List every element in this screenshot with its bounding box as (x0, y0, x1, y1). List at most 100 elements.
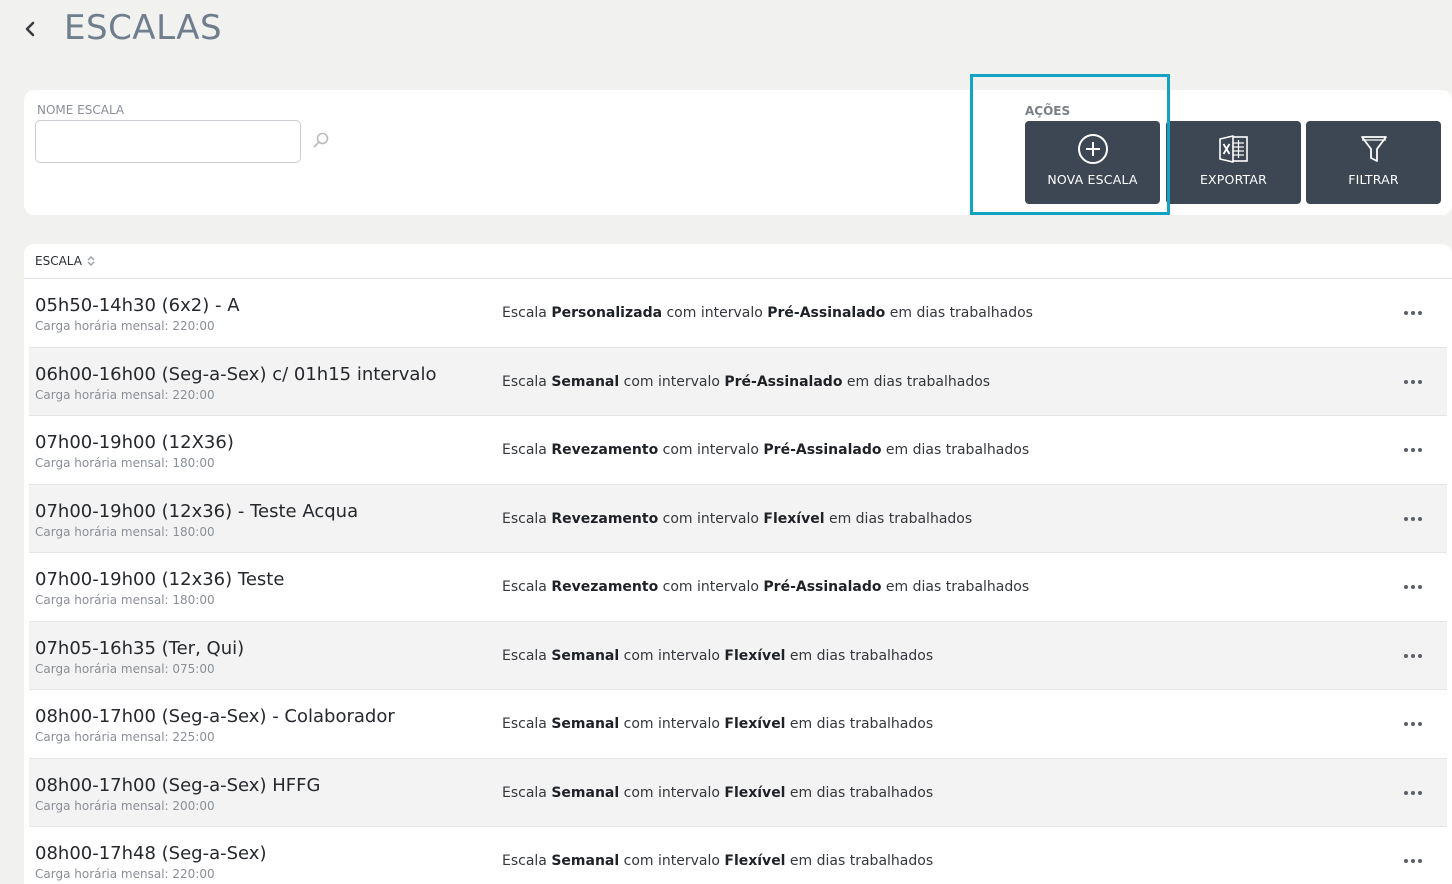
desc-mid: com intervalo (619, 373, 725, 390)
schedule-description: Escala Semanal com intervalo Flexível em… (502, 853, 933, 869)
desc-mid: com intervalo (619, 647, 725, 664)
row-menu-button[interactable] (1398, 849, 1428, 873)
more-icon (1404, 790, 1422, 795)
desc-mid: com intervalo (658, 510, 764, 527)
actions-label: AÇÕES (1025, 104, 1071, 118)
schedule-type: Semanal (551, 853, 620, 869)
row-menu-button[interactable] (1398, 507, 1428, 531)
more-icon (1404, 653, 1422, 658)
schedule-description: Escala Semanal com intervalo Flexível em… (502, 648, 933, 664)
list-item[interactable]: 08h00-17h48 (Seg-a-Sex) Carga horária me… (29, 827, 1447, 884)
row-menu-button[interactable] (1398, 575, 1428, 599)
chevron-left-icon (25, 21, 35, 37)
desc-prefix: Escala (502, 784, 552, 801)
interval-type: Flexível (724, 853, 786, 869)
monthly-hours: Carga horária mensal: 075:00 (35, 661, 215, 676)
interval-type: Pré-Assinalado (763, 579, 882, 595)
interval-type: Flexível (724, 784, 786, 801)
desc-mid: com intervalo (619, 784, 725, 801)
row-menu-button[interactable] (1398, 370, 1428, 394)
more-icon (1404, 722, 1422, 726)
page-title: ESCALAS (64, 8, 223, 48)
new-schedule-button[interactable]: NOVA ESCALA (1025, 121, 1160, 204)
row-menu-button[interactable] (1398, 644, 1428, 668)
schedule-description: Escala Semanal com intervalo Pré-Assinal… (502, 374, 990, 390)
list-item[interactable]: 07h00-19h00 (12x36) Teste Carga horária … (29, 553, 1447, 622)
more-icon (1404, 585, 1422, 589)
desc-suffix: em dias trabalhados (881, 579, 1030, 595)
list-item[interactable]: 08h00-17h00 (Seg-a-Sex) HFFG Carga horár… (29, 758, 1447, 827)
list-item[interactable]: 06h00-16h00 (Seg-a-Sex) c/ 01h15 interva… (29, 347, 1447, 416)
schedule-description: Escala Revezamento com intervalo Pré-Ass… (502, 442, 1029, 458)
list-item[interactable]: 07h00-19h00 (12X36) Carga horária mensal… (29, 416, 1447, 485)
more-icon (1404, 379, 1422, 384)
schedule-name[interactable]: 07h05-16h35 (Ter, Qui) (35, 638, 244, 659)
interval-type: Flexível (763, 510, 825, 527)
new-schedule-label: NOVA ESCALA (1047, 172, 1138, 187)
desc-suffix: em dias trabalhados (785, 853, 934, 869)
schedule-type: Personalizada (551, 305, 663, 321)
row-menu-button[interactable] (1398, 712, 1428, 736)
schedule-name[interactable]: 06h00-16h00 (Seg-a-Sex) c/ 01h15 interva… (35, 364, 436, 385)
more-icon (1404, 311, 1422, 315)
desc-mid: com intervalo (619, 853, 725, 869)
schedule-name[interactable]: 07h00-19h00 (12x36) - Teste Acqua (35, 501, 358, 522)
search-icon[interactable] (312, 131, 330, 153)
monthly-hours: Carga horária mensal: 220:00 (35, 867, 215, 881)
filter-button[interactable]: FILTRAR (1306, 121, 1441, 204)
schedule-name[interactable]: 08h00-17h00 (Seg-a-Sex) - Colaborador (35, 706, 395, 727)
desc-prefix: Escala (502, 373, 552, 390)
interval-type: Pré-Assinalado (767, 305, 886, 321)
desc-prefix: Escala (502, 510, 552, 527)
back-button[interactable] (18, 15, 42, 43)
list-item[interactable]: 07h05-16h35 (Ter, Qui) Carga horária men… (29, 621, 1447, 690)
interval-type: Pré-Assinalado (724, 373, 843, 390)
desc-suffix: em dias trabalhados (885, 305, 1033, 321)
row-menu-button[interactable] (1398, 301, 1428, 325)
schedule-type: Semanal (551, 647, 620, 664)
filter-label: FILTRAR (1348, 172, 1399, 187)
desc-prefix: Escala (502, 305, 552, 321)
schedule-type: Semanal (551, 784, 620, 801)
monthly-hours: Carga horária mensal: 180:00 (35, 456, 215, 470)
schedule-type: Revezamento (551, 579, 659, 595)
name-filter-input[interactable] (35, 120, 301, 163)
row-menu-button[interactable] (1398, 438, 1428, 462)
list-item[interactable]: 05h50-14h30 (6x2) - A Carga horária mens… (29, 279, 1447, 348)
monthly-hours: Carga horária mensal: 220:00 (35, 319, 215, 333)
desc-suffix: em dias trabalhados (785, 716, 934, 732)
desc-prefix: Escala (502, 716, 552, 732)
monthly-hours: Carga horária mensal: 180:00 (35, 593, 215, 607)
list-item[interactable]: 08h00-17h00 (Seg-a-Sex) - Colaborador Ca… (29, 690, 1447, 759)
funnel-icon (1360, 136, 1387, 162)
schedule-list: ESCALA 05h50-14h30 (6x2) - A Carga horár… (24, 244, 1452, 884)
schedule-name[interactable]: 08h00-17h48 (Seg-a-Sex) (35, 843, 266, 864)
schedule-type: Revezamento (551, 510, 659, 527)
schedule-type: Semanal (551, 716, 620, 732)
filter-panel: NOME ESCALA AÇÕES NOVA ESCALA EXPORTAR F… (24, 90, 1452, 215)
desc-suffix: em dias trabalhados (881, 442, 1030, 458)
more-icon (1404, 859, 1422, 863)
interval-type: Flexível (724, 647, 786, 664)
desc-mid: com intervalo (619, 716, 725, 732)
desc-mid: com intervalo (658, 442, 764, 458)
desc-prefix: Escala (502, 579, 552, 595)
monthly-hours: Carga horária mensal: 180:00 (35, 524, 215, 539)
schedule-name[interactable]: 07h00-19h00 (12X36) (35, 432, 234, 453)
monthly-hours: Carga horária mensal: 200:00 (35, 798, 215, 813)
row-menu-button[interactable] (1398, 781, 1428, 805)
column-header-escala[interactable]: ESCALA (35, 254, 82, 268)
list-item[interactable]: 07h00-19h00 (12x36) - Teste Acqua Carga … (29, 484, 1447, 553)
schedule-description: Escala Revezamento com intervalo Flexíve… (502, 511, 972, 527)
schedule-name[interactable]: 07h00-19h00 (12x36) Teste (35, 569, 284, 590)
desc-mid: com intervalo (658, 579, 764, 595)
monthly-hours: Carga horária mensal: 225:00 (35, 730, 215, 744)
schedule-type: Revezamento (551, 442, 659, 458)
export-button[interactable]: EXPORTAR (1166, 121, 1301, 204)
excel-icon (1218, 135, 1248, 163)
sort-icon[interactable] (86, 255, 96, 267)
schedule-name[interactable]: 08h00-17h00 (Seg-a-Sex) HFFG (35, 775, 320, 796)
schedule-description: Escala Semanal com intervalo Flexível em… (502, 716, 933, 732)
schedule-name[interactable]: 05h50-14h30 (6x2) - A (35, 295, 240, 316)
desc-suffix: em dias trabalhados (785, 647, 934, 664)
